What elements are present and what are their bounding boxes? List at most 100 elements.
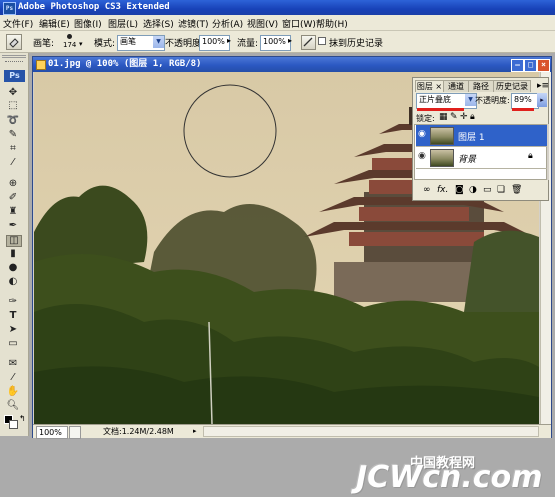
eraser-tool-preset-button[interactable] (6, 34, 22, 50)
marquee-tool-icon[interactable]: ⬚ (6, 101, 20, 111)
minimize-button[interactable]: – (511, 59, 524, 72)
toolbox: Ps ✥ ⬚ ➰ ✎ ⌗ ⁄ ⊕ ✐ ♜ ✒ ◫ ▮ ● ◐ ✑ T ➤ ▭ ✉… (0, 53, 29, 436)
link-layers-icon[interactable]: ∞ (423, 185, 431, 195)
document-titlebar[interactable]: 01.jpg @ 100% (图层 1, RGB/8) – □ × (33, 57, 551, 72)
crop-tool-icon[interactable]: ⌗ (6, 144, 20, 154)
tab-paths[interactable]: 路径 (468, 80, 494, 92)
type-tool-icon[interactable]: T (6, 311, 20, 321)
document-icon (36, 60, 46, 70)
document-title: 01.jpg @ 100% (图层 1, RGB/8) (48, 59, 202, 69)
menu-edit[interactable]: 编辑(E) (39, 17, 70, 30)
maximize-button[interactable]: □ (524, 59, 537, 72)
hand-tool-icon[interactable]: ✋ (6, 387, 20, 397)
photoshop-app-icon: Ps (3, 2, 16, 15)
lock-all-icon[interactable]: 🔒︎ (470, 112, 475, 122)
layer-row-1[interactable]: ◉ 图层 1 (416, 125, 547, 147)
new-group-icon[interactable]: ▭ (483, 185, 492, 195)
panel-opacity-input[interactable]: 89% (511, 93, 539, 109)
lock-position-icon[interactable]: ✛ (460, 112, 468, 122)
brush-picker[interactable]: 174 (62, 33, 78, 51)
flow-input[interactable]: 100% (260, 35, 291, 51)
mode-select[interactable]: 画笔 ▼ (117, 35, 165, 51)
panel-menu-icon[interactable]: ▸≡ (537, 81, 549, 91)
document-size-info: 文档:1.24M/2.48M (103, 427, 174, 436)
shape-tool-icon[interactable]: ▭ (6, 339, 20, 349)
ps-logo[interactable]: Ps (4, 70, 25, 82)
menu-select[interactable]: 选择(S) (143, 17, 174, 30)
move-tool-icon[interactable]: ✥ (6, 88, 20, 98)
eyedropper-tool-icon[interactable]: ⁄ (6, 158, 20, 168)
zoom-level-field[interactable]: 100% (36, 426, 68, 439)
brush-tool-icon[interactable]: ✐ (6, 193, 20, 203)
blend-mode-select[interactable]: 正片叠底 ▼ (416, 93, 477, 109)
menu-image[interactable]: 图像(I) (74, 17, 102, 30)
lock-pixels-icon[interactable]: ✎ (450, 112, 458, 122)
dodge-tool-icon[interactable]: ◐ (6, 277, 20, 287)
tab-layers-label: 图层 (416, 82, 433, 91)
opacity-input[interactable]: 100% (199, 35, 230, 51)
flow-slider-arrow-icon[interactable]: ▸ (288, 36, 292, 45)
layer-mask-icon[interactable]: ◙ (455, 185, 464, 195)
menu-view[interactable]: 视图(V) (247, 17, 278, 30)
menu-layer[interactable]: 图层(L) (108, 17, 138, 30)
toolbox-collapse-handle[interactable] (5, 61, 23, 65)
opacity-slider-button[interactable]: ▸ (537, 93, 547, 107)
lock-transparency-icon[interactable]: ▦ (439, 112, 448, 122)
layer-style-icon[interactable]: fx. (437, 185, 448, 195)
swap-colors-icon[interactable]: ↰ (19, 414, 26, 423)
erase-to-history-label: 抹到历史记录 (329, 39, 384, 49)
watermark-logo: JCWcn.com (356, 460, 543, 495)
tab-layers[interactable]: 图层 × (415, 80, 444, 92)
layer-row-background[interactable]: ◉ 背景 🔒︎ (416, 147, 547, 169)
status-options-icon[interactable] (69, 426, 81, 439)
layer-thumbnail (430, 127, 454, 145)
menu-filter[interactable]: 滤镜(T) (178, 17, 209, 30)
path-selection-tool-icon[interactable]: ➤ (6, 325, 20, 335)
airbrush-icon (303, 37, 313, 47)
lasso-tool-icon[interactable]: ➰ (6, 116, 20, 126)
brush-label: 画笔: (33, 39, 55, 49)
gradient-tool-icon[interactable]: ▮ (6, 249, 20, 259)
opacity-slider-arrow-icon[interactable]: ▸ (227, 36, 231, 45)
new-layer-icon[interactable]: ❏ (497, 185, 505, 195)
magic-wand-tool-icon[interactable]: ✎ (6, 130, 20, 140)
layer-thumbnail (430, 149, 454, 167)
eyedropper-sample-tool-icon[interactable]: ⁄ (6, 373, 20, 383)
healing-brush-tool-icon[interactable]: ⊕ (6, 179, 20, 189)
flow-value: 100% (263, 37, 286, 46)
menu-file[interactable]: 文件(F) (3, 17, 33, 30)
visibility-eye-icon[interactable]: ◉ (418, 152, 427, 161)
layer-name: 图层 1 (458, 133, 485, 143)
close-tab-icon[interactable]: × (435, 82, 442, 91)
toolbox-grip[interactable] (2, 55, 26, 58)
erase-to-history-checkbox[interactable] (318, 37, 326, 45)
notes-tool-icon[interactable]: ✉ (6, 359, 20, 369)
visibility-eye-icon[interactable]: ◉ (418, 130, 427, 139)
eraser-icon (9, 38, 19, 48)
zoom-tool-icon[interactable]: 🔍︎ (6, 401, 20, 411)
pen-tool-icon[interactable]: ✑ (6, 297, 20, 307)
menu-window[interactable]: 窗口(W) (282, 17, 316, 30)
brush-dropdown-arrow-icon[interactable]: ▾ (79, 40, 83, 48)
tab-history[interactable]: 历史记录 (493, 80, 531, 92)
background-color-swatch[interactable] (9, 420, 18, 429)
history-brush-tool-icon[interactable]: ✒ (6, 221, 20, 231)
clone-stamp-tool-icon[interactable]: ♜ (6, 207, 20, 217)
delete-layer-icon[interactable]: 🗑︎ (511, 185, 522, 195)
document-status-bar: 100% 文档:1.24M/2.48M ▸ (33, 424, 551, 439)
tab-channels[interactable]: 通道 (443, 80, 469, 92)
menu-analysis[interactable]: 分析(A) (212, 17, 243, 30)
menu-help[interactable]: 帮助(H) (316, 17, 348, 30)
status-menu-arrow-icon[interactable]: ▸ (193, 426, 197, 437)
blur-tool-icon[interactable]: ● (6, 263, 20, 273)
opacity-value: 100% (202, 37, 225, 46)
brush-size: 174 (63, 41, 77, 49)
layers-scrollbar[interactable] (547, 124, 549, 180)
layers-list: ◉ 图层 1 ◉ 背景 🔒︎ (414, 124, 547, 180)
panel-opacity-value: 89% (514, 95, 532, 104)
horizontal-scrollbar[interactable] (203, 426, 539, 437)
close-button[interactable]: × (537, 59, 550, 72)
eraser-tool-icon[interactable]: ◫ (6, 235, 22, 247)
adjustment-layer-icon[interactable]: ◑ (469, 185, 477, 195)
airbrush-button[interactable] (301, 35, 316, 50)
